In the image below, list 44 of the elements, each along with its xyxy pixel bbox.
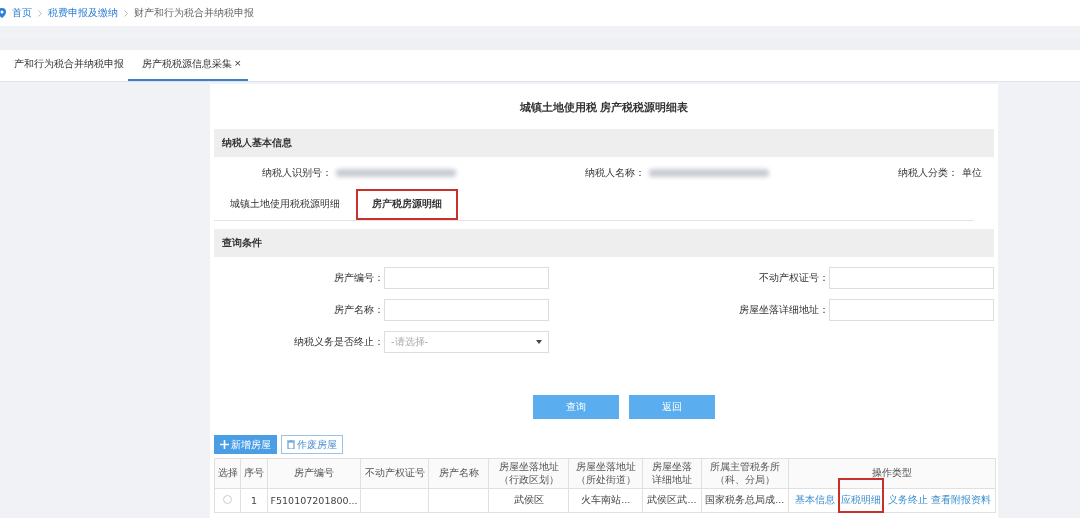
field-value: 单位	[962, 166, 982, 180]
action-button[interactable]: 返回	[629, 395, 715, 419]
column-header: 房屋坐落地址（所处街道）	[568, 458, 643, 489]
table-cell: F510107201800...	[267, 488, 361, 513]
column-header: 所属主管税务所（科、分局）	[701, 458, 789, 489]
table-cell: 武侯区	[488, 488, 569, 513]
field-label: 房屋坐落详细地址：	[738, 303, 829, 317]
field-label: 房产名称：	[333, 303, 384, 317]
field-label: 房产编号：	[333, 271, 384, 285]
table-cell: 国家税务总局成...	[701, 488, 789, 513]
sub-tab[interactable]: 城镇土地使用税税源明细	[214, 189, 356, 220]
operation-link[interactable]: 义务终止	[888, 494, 928, 505]
section-header: 查询条件	[214, 229, 994, 257]
column-header: 房屋坐落详细地址	[642, 458, 702, 489]
section-header: 纳税人基本信息	[214, 129, 994, 157]
column-header: 房产编号	[267, 458, 361, 489]
field-label: 纳税人识别号：	[262, 166, 332, 180]
column-header: 房产名称	[428, 458, 489, 489]
column-header: 选择	[214, 458, 241, 489]
field-label: 纳税义务是否终止：	[293, 335, 384, 349]
table-cell: 火车南站...	[568, 488, 643, 513]
page-tab[interactable]: 产和行为税合并纳税申报	[0, 50, 128, 81]
form-title: 城镇土地使用税 房产税税源明细表	[518, 100, 690, 116]
field-label: 纳税人名称：	[585, 166, 645, 180]
breadcrumb-item[interactable]: 首页	[12, 6, 32, 20]
field-label: 不动产权证号：	[758, 271, 829, 285]
breadcrumb-item[interactable]: 税费申报及缴纳	[48, 6, 118, 20]
column-header: 房屋坐落地址（行政区划）	[488, 458, 569, 489]
table-cell: 武侯区武...	[642, 488, 702, 513]
toolbar-button[interactable]: 作废房屋	[281, 435, 343, 454]
breadcrumb-item: 财产和行为税合并纳税申报	[134, 6, 254, 20]
table-cell: 1	[240, 488, 268, 513]
operation-link[interactable]: 查看附报资料	[931, 494, 991, 505]
column-header: 不动产权证号	[360, 458, 429, 489]
page-tab[interactable]: 房产税税源信息采集 ×	[128, 50, 248, 81]
sub-tab[interactable]: 房产税房源明细	[356, 189, 458, 220]
column-header: 序号	[240, 458, 268, 489]
column-header: 操作类型	[788, 458, 996, 489]
toolbar-button[interactable]: 新增房屋	[214, 435, 277, 454]
action-button[interactable]: 查询	[533, 395, 619, 419]
close-icon[interactable]: ×	[234, 58, 242, 68]
operation-link[interactable]: 基本信息	[795, 494, 835, 505]
field-label: 纳税人分类：	[898, 166, 958, 180]
select-field[interactable]: -请选择-	[384, 331, 549, 353]
